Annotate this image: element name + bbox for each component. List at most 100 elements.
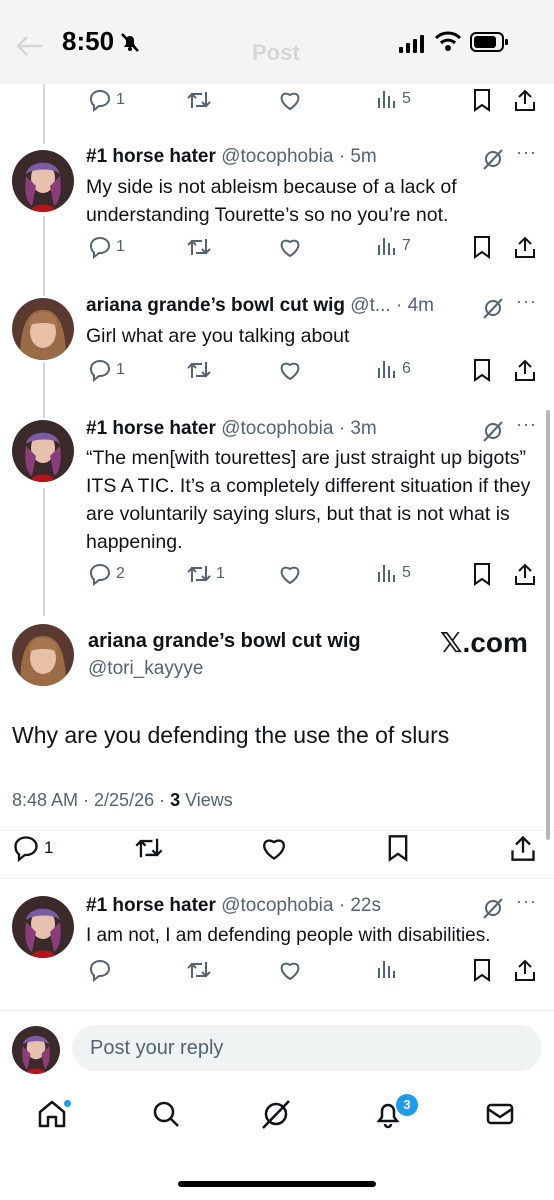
post-text: Why are you defending the use the of slu… xyxy=(12,722,450,748)
username[interactable]: @tocophobia xyxy=(221,418,333,439)
grok-icon[interactable] xyxy=(260,1098,292,1130)
share-button[interactable] xyxy=(514,88,536,112)
repost-icon xyxy=(135,838,163,858)
views-button[interactable]: 6 xyxy=(376,358,411,380)
more-options-icon[interactable]: ··· xyxy=(516,891,537,912)
tweet-header: ariana grande’s bowl cut wig @t... · 4m xyxy=(86,295,434,316)
repost-button[interactable] xyxy=(186,88,212,112)
tweet-actions xyxy=(0,958,554,988)
repost-button[interactable] xyxy=(186,358,216,382)
reply-button[interactable]: 1 xyxy=(88,358,125,382)
bookmark-icon xyxy=(474,359,490,382)
bookmark-icon xyxy=(474,959,490,982)
scrollbar[interactable] xyxy=(546,410,550,840)
share-button[interactable] xyxy=(514,562,536,586)
repost-button[interactable] xyxy=(134,834,164,862)
share-button[interactable] xyxy=(510,834,536,862)
username[interactable]: @tocophobia xyxy=(221,895,333,916)
back-arrow-icon[interactable] xyxy=(14,34,44,58)
bookmark-button[interactable] xyxy=(472,958,492,982)
like-icon xyxy=(280,962,300,981)
grok-icon[interactable] xyxy=(482,897,504,919)
repost-icon xyxy=(187,962,211,978)
share-icon xyxy=(515,89,535,111)
avatar[interactable] xyxy=(12,896,74,958)
reply-button[interactable]: 1 xyxy=(12,834,53,862)
like-button[interactable] xyxy=(278,358,302,382)
repost-button[interactable] xyxy=(186,958,216,982)
bookmark-button[interactable] xyxy=(386,834,410,862)
bookmark-button[interactable] xyxy=(472,88,492,112)
like-button[interactable] xyxy=(278,562,302,586)
like-button[interactable] xyxy=(278,88,302,112)
like-button[interactable] xyxy=(278,958,302,982)
share-icon xyxy=(511,835,535,861)
views-icon xyxy=(378,361,395,378)
tweet-header: #1 horse hater @tocophobia · 22s xyxy=(86,895,381,916)
display-name[interactable]: #1 horse hater xyxy=(86,146,216,167)
avatar[interactable] xyxy=(12,420,74,482)
views-button[interactable]: 5 xyxy=(376,562,411,584)
username[interactable]: @tori_kayyye xyxy=(88,658,203,680)
reply-button[interactable]: 1 xyxy=(88,235,125,259)
views-count: 3 xyxy=(170,790,181,810)
bookmark-button[interactable] xyxy=(472,235,492,259)
home-indicator[interactable] xyxy=(178,1181,376,1187)
tweet-actions: 1 7 xyxy=(0,235,554,265)
reply-input[interactable]: Post your reply xyxy=(72,1025,542,1071)
bookmark-icon xyxy=(474,236,490,259)
tweet-text: Girl what are you talking about xyxy=(86,325,350,347)
views-button[interactable]: 7 xyxy=(376,235,411,257)
like-button[interactable] xyxy=(278,235,302,259)
display-name[interactable]: ariana grande’s bowl cut wig xyxy=(88,630,361,653)
search-icon[interactable] xyxy=(150,1098,182,1130)
bookmark-button[interactable] xyxy=(472,562,492,586)
repost-icon xyxy=(187,362,211,378)
reply-button[interactable]: 1 xyxy=(88,88,125,112)
views-icon xyxy=(378,91,395,108)
repost-icon xyxy=(187,566,211,582)
username[interactable]: @tocophobia xyxy=(221,146,333,167)
display-name[interactable]: ariana grande’s bowl cut wig xyxy=(86,295,345,316)
reply-icon xyxy=(89,959,111,982)
share-button[interactable] xyxy=(514,358,536,382)
like-icon xyxy=(280,566,300,585)
like-button[interactable] xyxy=(260,834,288,862)
display-name[interactable]: #1 horse hater xyxy=(86,418,216,439)
share-button[interactable] xyxy=(514,235,536,259)
views-icon xyxy=(378,238,395,255)
share-icon xyxy=(515,359,535,381)
share-button[interactable] xyxy=(514,958,536,982)
like-icon xyxy=(280,92,300,111)
username[interactable]: @t... xyxy=(350,295,390,316)
home-unread-dot xyxy=(64,1100,71,1107)
mail-icon[interactable] xyxy=(484,1098,516,1130)
avatar[interactable] xyxy=(12,1026,60,1074)
clock: 8:50 xyxy=(62,26,115,56)
bookmark-button[interactable] xyxy=(472,358,492,382)
reply-button[interactable] xyxy=(88,958,116,982)
more-options-icon[interactable]: ··· xyxy=(516,414,537,435)
grok-icon[interactable] xyxy=(482,148,504,170)
display-name[interactable]: #1 horse hater xyxy=(86,895,216,916)
tweet-actions: 2 1 5 xyxy=(0,562,554,592)
bookmark-icon xyxy=(388,835,408,862)
avatar[interactable] xyxy=(12,624,74,686)
grok-icon[interactable] xyxy=(482,297,504,319)
tweet-actions: 1 5 xyxy=(0,88,554,118)
views-button[interactable]: 5 xyxy=(376,88,411,110)
notifications-badge: 3 xyxy=(396,1094,418,1116)
repost-button[interactable] xyxy=(186,235,216,259)
avatar[interactable] xyxy=(12,298,74,360)
reply-button[interactable]: 2 xyxy=(88,562,125,586)
avatar[interactable] xyxy=(12,150,74,212)
like-icon xyxy=(263,839,285,860)
more-options-icon[interactable]: ··· xyxy=(516,291,537,312)
views-button[interactable] xyxy=(376,958,402,980)
grok-icon[interactable] xyxy=(482,420,504,442)
signal-icon xyxy=(399,35,424,53)
more-options-icon[interactable]: ··· xyxy=(516,142,537,163)
divider xyxy=(0,878,554,879)
repost-button[interactable]: 1 xyxy=(186,562,225,586)
post-actions: 1 xyxy=(0,834,554,864)
